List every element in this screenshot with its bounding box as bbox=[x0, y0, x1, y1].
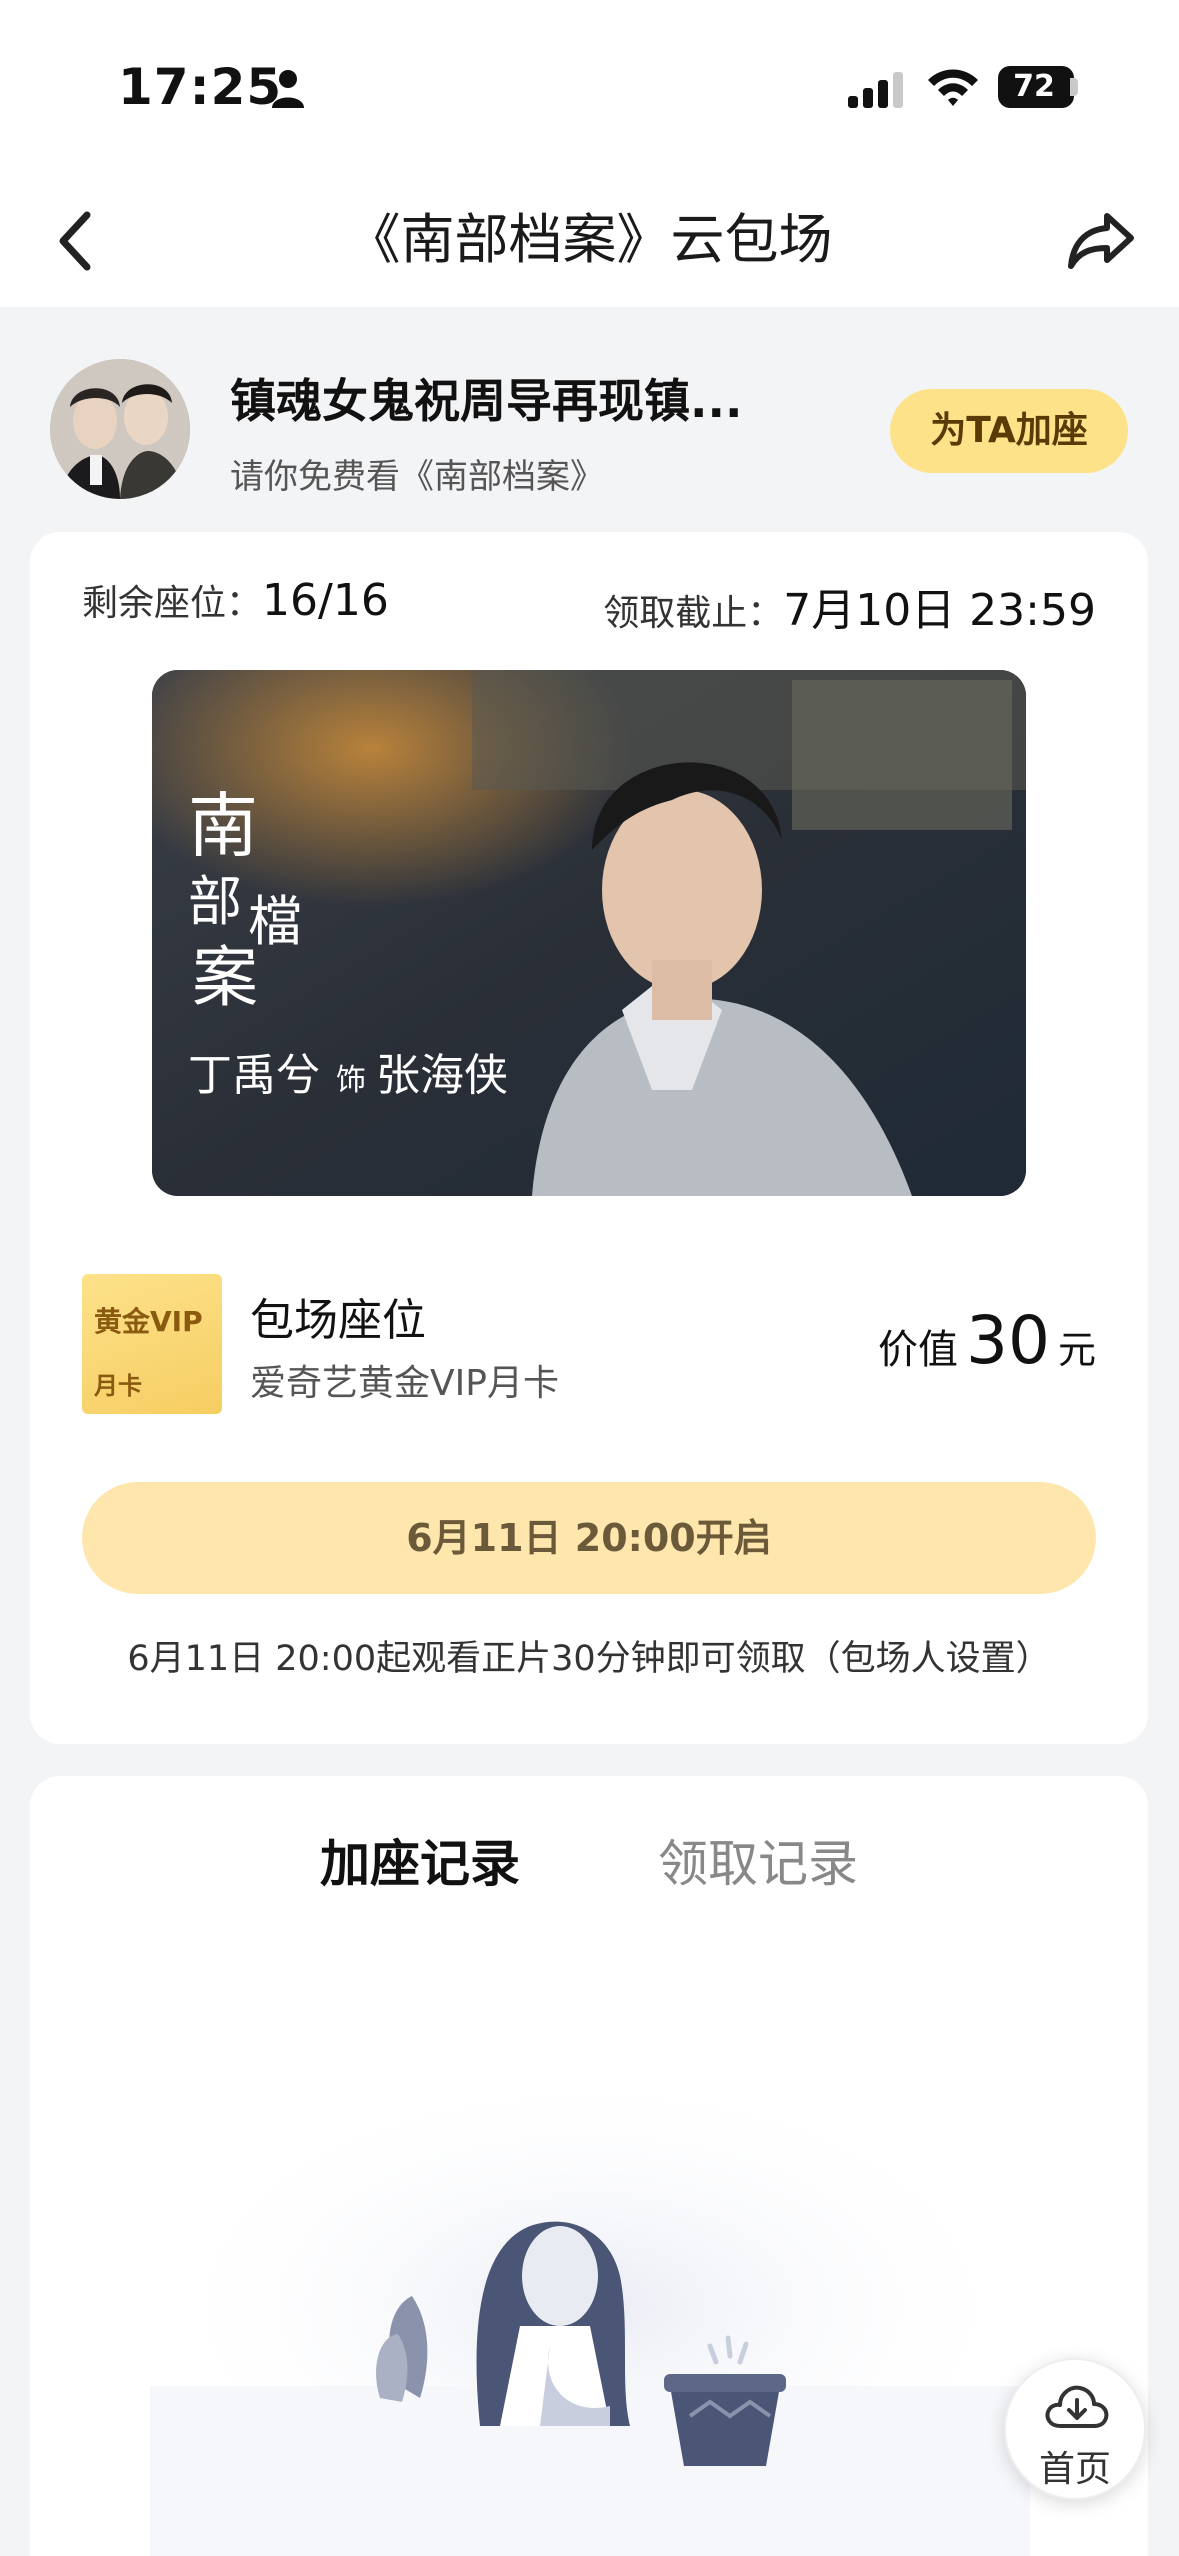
package-price: 价值 30 元 bbox=[878, 1302, 1096, 1379]
package-subtitle: 爱奇艺黄金VIP月卡 bbox=[250, 1363, 559, 1404]
seats-remaining: 剩余座位：16/16 bbox=[82, 574, 389, 626]
vip-icon-sublabel: 月卡 bbox=[94, 1372, 142, 1400]
tab-claim-records[interactable]: 领取记录 bbox=[658, 1824, 858, 1896]
host-subtitle: 请你免费看《南部档案》 bbox=[230, 457, 604, 497]
package-title: 包场座位 bbox=[250, 1295, 426, 1346]
person-icon bbox=[272, 70, 304, 108]
boost-seat-button[interactable]: 为TA加座 bbox=[890, 389, 1128, 473]
records-card: 加座记录 领取记录 bbox=[30, 1776, 1148, 2556]
seats-label: 剩余座位： bbox=[82, 583, 263, 624]
poster-role: 张海侠 bbox=[376, 1050, 508, 1101]
open-time-button[interactable]: 6月11日 20:00开启 bbox=[82, 1482, 1096, 1594]
poster-actor: 丁禹兮 bbox=[188, 1050, 320, 1101]
poster-title-1: 南 bbox=[188, 785, 258, 867]
price-unit: 元 bbox=[1057, 1328, 1096, 1372]
cloud-home-icon bbox=[1045, 2385, 1109, 2428]
deadline-value: 7月10日 23:59 bbox=[783, 585, 1096, 636]
gold-vip-card-icon: 黄金VIP 月卡 bbox=[82, 1274, 222, 1414]
chevron-left-icon bbox=[59, 211, 91, 271]
avatar-image bbox=[50, 359, 190, 499]
status-time: 17:25 bbox=[118, 58, 283, 116]
drama-poster[interactable]: 南 部 檔 案 丁禹兮 饰 张海侠 bbox=[152, 670, 1026, 1196]
tab-boost-records[interactable]: 加座记录 bbox=[320, 1824, 520, 1896]
battery-tip bbox=[1070, 78, 1078, 96]
share-button[interactable] bbox=[1062, 202, 1142, 278]
host-title: 镇魂女鬼祝周导再现镇... bbox=[230, 374, 743, 428]
vip-icon-label: 黄金VIP bbox=[94, 1305, 203, 1338]
home-label: 首页 bbox=[1038, 2449, 1111, 2490]
status-bar: 17:25 72 bbox=[0, 0, 1179, 170]
poster-title-2: 部 bbox=[188, 870, 242, 933]
wifi-icon bbox=[928, 69, 978, 106]
page-title: 《南部档案》云包场 bbox=[346, 208, 833, 271]
battery-level: 72 bbox=[1013, 69, 1055, 104]
signal-icon bbox=[848, 72, 903, 108]
home-button[interactable]: 首页 bbox=[1004, 2358, 1146, 2500]
poster-title-4: 案 bbox=[192, 939, 258, 1016]
seats-value: 16/16 bbox=[262, 575, 389, 626]
back-button[interactable] bbox=[40, 206, 110, 276]
price-value: 30 bbox=[966, 1302, 1050, 1379]
host-row: 镇魂女鬼祝周导再现镇... 请你免费看《南部档案》 为TA加座 bbox=[0, 307, 1179, 527]
share-icon bbox=[1068, 213, 1134, 269]
poster-caption-mid: 饰 bbox=[336, 1063, 366, 1098]
screening-card: 剩余座位：16/16 领取截止：7月10日 23:59 南 部 檔 案 丁禹兮 … bbox=[30, 532, 1148, 1744]
claim-note: 6月11日 20:00起观看正片30分钟即可领取（包场人设置） bbox=[127, 1639, 1051, 1679]
price-label: 价值 bbox=[878, 1327, 958, 1373]
deadline-label: 领取截止： bbox=[603, 593, 784, 634]
claim-deadline: 领取截止：7月10日 23:59 bbox=[603, 574, 1096, 638]
avatar[interactable] bbox=[50, 359, 190, 499]
nav-bar: 《南部档案》云包场 bbox=[0, 170, 1179, 307]
poster-image: 南 部 檔 案 丁禹兮 饰 张海侠 bbox=[152, 670, 1026, 1196]
empty-state-illustration bbox=[150, 2066, 1030, 2556]
